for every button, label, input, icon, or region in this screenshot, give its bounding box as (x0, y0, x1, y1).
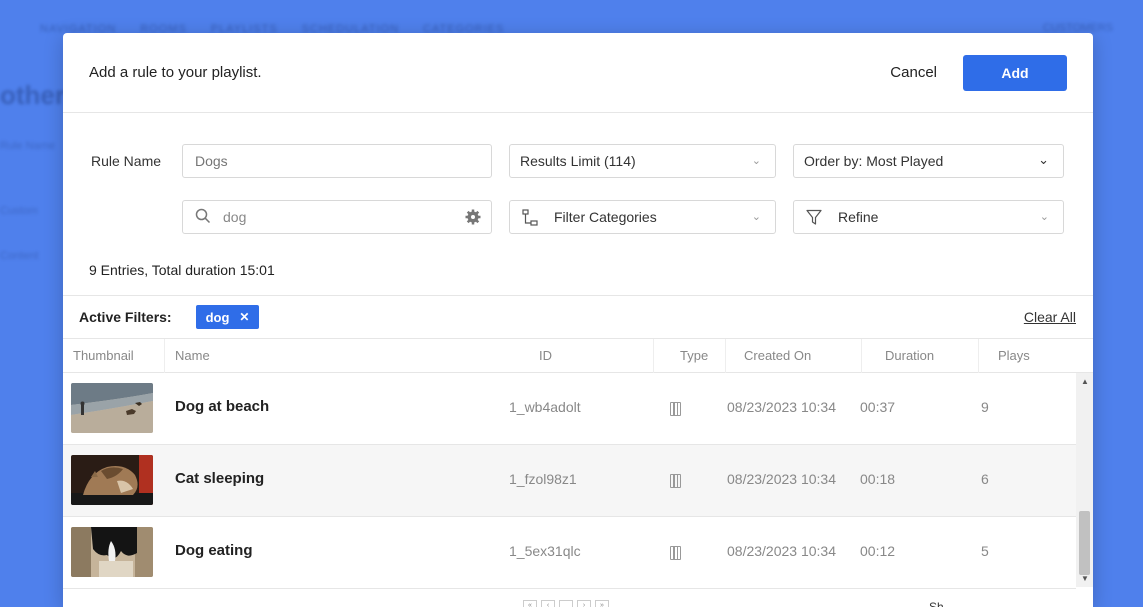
column-divider (653, 339, 654, 373)
chevron-down-icon: ⌄ (751, 211, 761, 223)
table-row[interactable]: Cat sleeping 1_fzol98z1 08/23/2023 10:34… (63, 445, 1076, 517)
bg-side-item: Content (0, 250, 39, 262)
row-name[interactable]: Dog eating (175, 542, 253, 559)
modal-title: Add a rule to your playlist. (89, 64, 262, 81)
rule-name-input[interactable] (183, 153, 491, 169)
table-scrollbar[interactable]: ▲ ▼ (1076, 373, 1093, 587)
header-created-on[interactable]: Created On (744, 348, 811, 363)
chevron-down-icon: ⌄ (751, 155, 761, 167)
table-row[interactable]: Dog eating 1_5ex31qlc 08/23/2023 10:34 0… (63, 517, 1076, 589)
active-filters-bar: Active Filters: dog ✕ Clear All (63, 295, 1093, 339)
header-type[interactable]: Type (680, 348, 708, 363)
chevron-down-icon: ⌄ (1038, 152, 1049, 167)
table-body: Dog at beach 1_wb4adolt 08/23/2023 10:34… (63, 373, 1076, 589)
order-by-select[interactable]: Order by: Most Played ⌄ (793, 144, 1064, 178)
table-footer: « ‹ › » Sh (63, 588, 1093, 607)
video-icon (670, 546, 681, 560)
clear-all-link[interactable]: Clear All (1024, 309, 1076, 325)
header-thumbnail[interactable]: Thumbnail (73, 348, 134, 363)
category-tree-icon (522, 209, 538, 230)
add-button[interactable]: Add (963, 54, 1067, 91)
search-icon (195, 208, 211, 227)
search-input[interactable] (183, 209, 491, 225)
header-id[interactable]: ID (539, 348, 552, 363)
filter-funnel-icon (806, 209, 822, 229)
video-icon (670, 402, 681, 416)
table-header: Thumbnail Name ID Type Created On Durati… (63, 339, 1093, 373)
current-page-button[interactable] (559, 600, 573, 607)
column-divider (725, 339, 726, 373)
thumbnail-image (71, 455, 153, 505)
column-divider (978, 339, 979, 373)
bg-title: other (0, 80, 65, 110)
bg-side-item: Custom (0, 205, 38, 217)
page-size-label: Sh (929, 600, 944, 607)
row-id: 1_fzol98z1 (509, 471, 577, 487)
filter-categories-select[interactable]: Filter Categories ⌄ (509, 200, 776, 234)
row-id: 1_5ex31qlc (509, 543, 581, 559)
search-field[interactable] (182, 200, 492, 234)
row-name[interactable]: Cat sleeping (175, 470, 264, 487)
next-page-button[interactable]: › (577, 600, 591, 607)
rule-name-label: Rule Name (91, 153, 162, 169)
scroll-down-arrow-icon[interactable]: ▼ (1081, 574, 1089, 583)
row-duration: 00:12 (860, 543, 896, 559)
results-limit-value: Results Limit (114) (520, 153, 636, 169)
entries-summary: 9 Entries, Total duration 15:01 (89, 262, 275, 278)
thumbnail-image (71, 527, 153, 577)
filter-chip-label: dog (205, 309, 230, 325)
modal-header: Add a rule to your playlist. Cancel Add (63, 33, 1093, 113)
add-rule-modal: Add a rule to your playlist. Cancel Add … (63, 33, 1093, 607)
row-duration: 00:18 (860, 471, 896, 487)
remove-filter-icon[interactable]: ✕ (239, 310, 249, 324)
header-plays[interactable]: Plays (998, 348, 1030, 363)
column-divider (861, 339, 862, 373)
pagination: « ‹ › » (523, 600, 609, 607)
row-plays: 6 (981, 471, 989, 487)
row-created: 08/23/2023 10:34 (727, 399, 836, 415)
row-plays: 5 (981, 543, 989, 559)
video-icon (670, 474, 681, 488)
row-id: 1_wb4adolt (509, 399, 581, 415)
row-created: 08/23/2023 10:34 (727, 543, 836, 559)
header-name[interactable]: Name (175, 348, 210, 363)
row-name[interactable]: Dog at beach (175, 398, 269, 415)
gear-icon[interactable] (465, 209, 481, 228)
bg-side-item: Rule Name (0, 140, 56, 152)
first-page-button[interactable]: « (523, 600, 537, 607)
chevron-down-icon: ⌄ (1039, 211, 1049, 223)
last-page-button[interactable]: » (595, 600, 609, 607)
column-divider (164, 339, 165, 373)
results-limit-select[interactable]: Results Limit (114) ⌄ (509, 144, 776, 178)
table-row[interactable]: Dog at beach 1_wb4adolt 08/23/2023 10:34… (63, 373, 1076, 445)
scrollbar-thumb[interactable] (1079, 511, 1090, 575)
row-duration: 00:37 (860, 399, 896, 415)
refine-select[interactable]: Refine ⌄ (793, 200, 1064, 234)
filter-chip[interactable]: dog ✕ (195, 305, 260, 329)
order-by-value: Order by: Most Played (804, 153, 944, 169)
row-plays: 9 (981, 399, 989, 415)
scroll-up-arrow-icon[interactable]: ▲ (1081, 377, 1089, 386)
header-duration[interactable]: Duration (885, 348, 934, 363)
rule-name-field[interactable] (182, 144, 492, 178)
active-filters-label: Active Filters: (79, 309, 172, 325)
row-created: 08/23/2023 10:34 (727, 471, 836, 487)
cancel-button[interactable]: Cancel (890, 64, 937, 81)
thumbnail-image (71, 383, 153, 433)
prev-page-button[interactable]: ‹ (541, 600, 555, 607)
